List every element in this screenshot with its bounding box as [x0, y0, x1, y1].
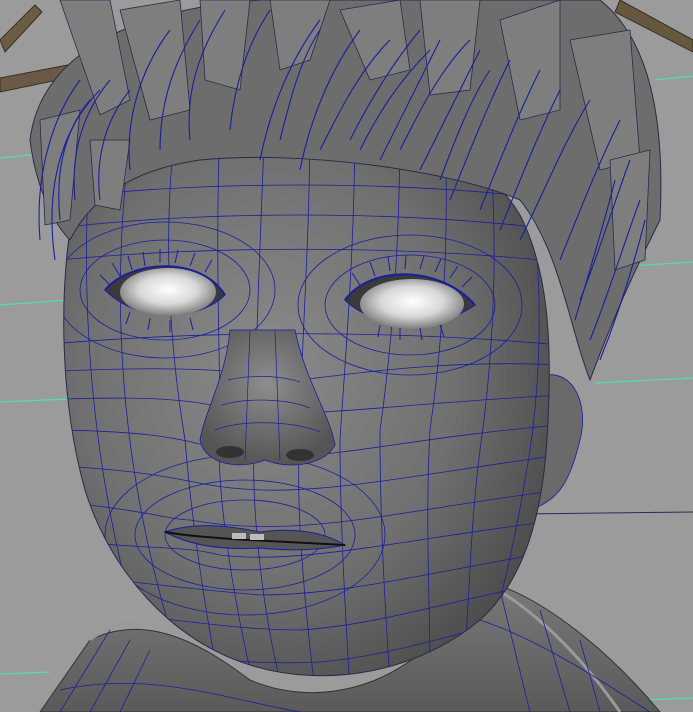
viewport-canvas[interactable] [0, 0, 693, 712]
horizon-line [519, 511, 693, 515]
3d-viewport[interactable] [0, 0, 693, 712]
